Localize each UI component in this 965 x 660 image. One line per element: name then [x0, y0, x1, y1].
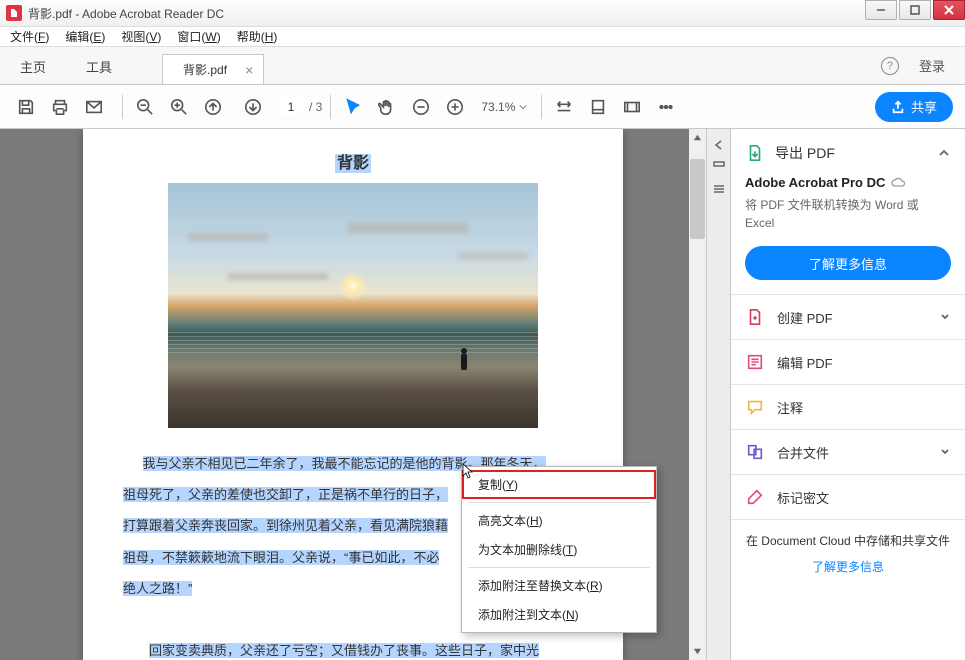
comment-icon	[745, 397, 765, 417]
side-panel-strip	[706, 129, 730, 660]
minimize-button[interactable]	[865, 0, 897, 20]
export-pdf-label: 导出 PDF	[775, 143, 927, 163]
combine-icon	[745, 442, 765, 462]
zoom-dropdown[interactable]: 73.1%	[475, 98, 533, 116]
context-menu-item[interactable]: 添加附注到文本(N)	[462, 600, 656, 629]
menubar: 文件(F) 编辑(E) 视图(V) 窗口(W) 帮助(H)	[0, 27, 965, 47]
tab-file-active[interactable]: 背影.pdf ×	[162, 54, 264, 84]
maximize-button[interactable]	[899, 0, 931, 20]
learn-more-button[interactable]: 了解更多信息	[745, 246, 951, 280]
context-menu: 复制(Y) 高亮文本(H)为文本加删除线(T) 添加附注至替换文本(R)添加附注到文…	[461, 466, 657, 633]
tab-file-label: 背影.pdf	[183, 61, 227, 78]
panel-item-combine[interactable]: 合并文件	[731, 430, 965, 475]
zoom-out-icon[interactable]	[407, 93, 435, 121]
menu-f[interactable]: 文件(F)	[10, 28, 49, 45]
select-tool-icon[interactable]	[339, 93, 367, 121]
app-icon	[6, 5, 22, 21]
panel-item-label: 注释	[777, 398, 951, 417]
chevron-down-icon	[519, 103, 527, 111]
menu-e[interactable]: 编辑(E)	[65, 28, 105, 45]
panel-item-label: 合并文件	[777, 443, 927, 462]
cloud-icon	[891, 176, 905, 190]
email-icon[interactable]	[80, 93, 108, 121]
context-menu-separator	[468, 567, 650, 568]
window-title: 背影.pdf - Adobe Acrobat Reader DC	[28, 5, 224, 22]
hand-tool-icon[interactable]	[373, 93, 401, 121]
export-pdf-section[interactable]: 导出 PDF	[745, 143, 951, 163]
share-icon	[891, 100, 905, 114]
context-menu-separator	[468, 502, 650, 503]
context-menu-item[interactable]: 添加附注至替换文本(R)	[462, 571, 656, 600]
help-icon[interactable]: ?	[881, 57, 899, 75]
menu-w[interactable]: 窗口(W)	[177, 28, 220, 45]
right-tools-panel: 导出 PDF Adobe Acrobat Pro DC 将 PDF 文件联机转换…	[730, 129, 965, 660]
side-panel-collapse-icon[interactable]	[707, 135, 730, 155]
panel-item-edit[interactable]: 编辑 PDF	[731, 340, 965, 385]
panel-item-create[interactable]: 创建 PDF	[731, 295, 965, 340]
menu-h[interactable]: 帮助(H)	[237, 28, 278, 45]
panel-item-redact[interactable]: 标记密文	[731, 475, 965, 520]
zoom-out-tool-icon[interactable]	[131, 93, 159, 121]
share-button[interactable]: 共享	[875, 92, 953, 122]
vertical-scrollbar[interactable]	[689, 129, 706, 660]
share-label: 共享	[911, 97, 937, 116]
window-titlebar: 背影.pdf - Adobe Acrobat Reader DC	[0, 0, 965, 27]
next-page-button[interactable]	[239, 93, 267, 121]
pro-desc: 将 PDF 文件联机转换为 Word 或 Excel	[745, 196, 951, 232]
tab-close-icon[interactable]: ×	[245, 62, 253, 78]
scroll-up-icon[interactable]	[689, 129, 706, 146]
save-icon[interactable]	[12, 93, 40, 121]
prev-page-button[interactable]	[199, 93, 227, 121]
more-tools-icon[interactable]	[652, 93, 680, 121]
tab-row: 主页 工具 背影.pdf × ? 登录	[0, 47, 965, 85]
page-total-label: / 3	[309, 100, 322, 114]
context-menu-item[interactable]: 高亮文本(H)	[462, 506, 656, 535]
login-button[interactable]: 登录	[919, 56, 945, 75]
toolbar-separator	[122, 95, 123, 119]
tab-tools[interactable]: 工具	[66, 47, 132, 84]
panel-item-label: 标记密文	[777, 488, 951, 507]
toolbar-separator	[541, 95, 542, 119]
panel-item-label: 编辑 PDF	[777, 353, 951, 372]
window-controls	[863, 0, 965, 26]
chevron-down-icon	[939, 446, 951, 458]
zoom-value: 73.1%	[481, 100, 515, 114]
document-title: 背影	[83, 149, 623, 173]
side-panel-more-icon[interactable]	[707, 179, 730, 199]
panel-item-label: 创建 PDF	[777, 308, 927, 327]
context-menu-item[interactable]: 复制(Y)	[462, 470, 656, 499]
document-image	[168, 183, 538, 428]
cloud-store-msg: 在 Document Cloud 中存储和共享文件	[743, 532, 953, 550]
zoom-in-tool-icon[interactable]	[165, 93, 193, 121]
scroll-down-icon[interactable]	[689, 643, 706, 660]
page-view-icon[interactable]	[584, 93, 612, 121]
page-number-input[interactable]	[279, 97, 303, 117]
zoom-in-icon[interactable]	[441, 93, 469, 121]
side-panel-tag-icon[interactable]	[707, 157, 730, 177]
redact-icon	[745, 487, 765, 507]
read-mode-icon[interactable]	[618, 93, 646, 121]
pro-title: Adobe Acrobat Pro DC	[745, 175, 951, 190]
toolbar: / 3 73.1% 共享	[0, 85, 965, 129]
panel-item-comment[interactable]: 注释	[731, 385, 965, 430]
menu-v[interactable]: 视图(V)	[121, 28, 161, 45]
context-menu-item[interactable]: 为文本加删除线(T)	[462, 535, 656, 564]
scrollbar-thumb[interactable]	[690, 159, 705, 239]
toolbar-separator	[330, 95, 331, 119]
print-icon[interactable]	[46, 93, 74, 121]
cursor-icon	[462, 463, 474, 479]
tab-home[interactable]: 主页	[0, 47, 66, 84]
edit-icon	[745, 352, 765, 372]
export-pdf-icon	[745, 143, 765, 163]
learn-more-link[interactable]: 了解更多信息	[743, 558, 953, 575]
fit-width-icon[interactable]	[550, 93, 578, 121]
create-icon	[745, 307, 765, 327]
chevron-up-icon	[937, 146, 951, 160]
chevron-down-icon	[939, 311, 951, 323]
close-button[interactable]	[933, 0, 965, 20]
